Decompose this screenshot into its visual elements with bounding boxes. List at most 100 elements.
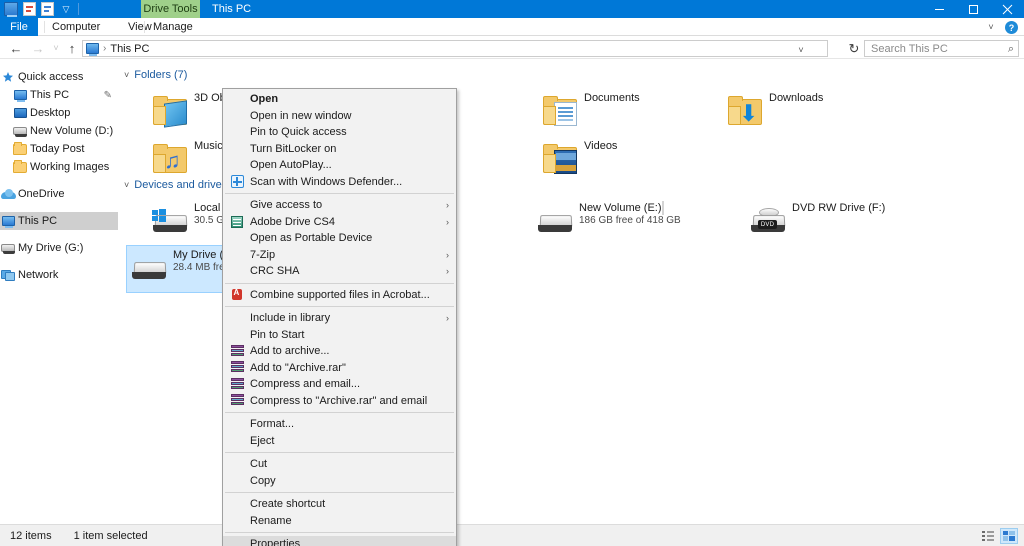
menu-item-label: Pin to Quick access <box>250 126 347 139</box>
menu-item-7-zip[interactable]: 7-Zip › <box>223 247 456 264</box>
close-button[interactable] <box>990 0 1024 18</box>
menu-item-eject[interactable]: Eject <box>223 433 456 450</box>
maximize-button[interactable] <box>956 0 990 18</box>
drive-icon <box>12 123 28 139</box>
drive-tile-dvd-rw-f[interactable]: DVD DVD RW Drive (F:) <box>746 199 926 247</box>
menu-item-label: Include in library <box>250 312 331 325</box>
menu-item-open-in-new-window[interactable]: Open in new window <box>223 108 456 125</box>
menu-item-properties[interactable]: Properties <box>223 536 456 546</box>
sidebar-item-this-pc-quick[interactable]: This PC ✎ <box>0 86 118 104</box>
breadcrumb-separator: › <box>103 43 107 54</box>
desktop-icon <box>12 105 28 121</box>
address-path-box[interactable]: › This PC ˅ <box>82 40 828 57</box>
menu-item-open-as-portable-device[interactable]: Open as Portable Device <box>223 230 456 247</box>
group-header-folders[interactable]: ˅ Folders (7) <box>124 69 187 81</box>
toolbar-divider <box>78 3 79 15</box>
tab-divider-2 <box>144 21 145 33</box>
this-pc-icon[interactable] <box>4 2 18 17</box>
recent-locations-button[interactable]: ˅ <box>48 40 64 56</box>
menu-item-create-shortcut[interactable]: Create shortcut <box>223 496 456 513</box>
menu-item-crc-sha[interactable]: CRC SHA › <box>223 263 456 280</box>
minimize-button[interactable] <box>922 0 956 18</box>
defender-icon <box>229 174 245 190</box>
menu-item-label: Compress to "Archive.rar" and email <box>250 394 428 407</box>
folder-tile-documents[interactable]: Documents <box>538 89 706 137</box>
pin-star-icon <box>0 69 16 85</box>
this-pc-icon <box>12 87 28 103</box>
menu-item-turn-bitlocker-on[interactable]: Turn BitLocker on <box>223 141 456 158</box>
menu-item-format[interactable]: Format... <box>223 416 456 433</box>
menu-item-combine-supported-files-in-acrobat[interactable]: Combine supported files in Acrobat... <box>223 287 456 304</box>
up-button[interactable]: ↑ <box>64 40 80 56</box>
menu-item-add-to-archive-rar[interactable]: Add to "Archive.rar" <box>223 360 456 377</box>
menu-item-scan-with-windows-defender[interactable]: Scan with Windows Defender... <box>223 174 456 191</box>
breadcrumb[interactable]: This PC <box>110 43 149 55</box>
window-controls <box>922 0 1024 18</box>
menu-item-give-access-to[interactable]: Give access to › <box>223 197 456 214</box>
sidebar-item-label: Network <box>18 269 59 281</box>
refresh-button[interactable]: ↻ <box>846 40 862 56</box>
menu-item-label: Properties <box>250 538 301 546</box>
menu-item-include-in-library[interactable]: Include in library › <box>223 310 456 327</box>
chevron-down-icon[interactable]: ˅ <box>124 70 129 80</box>
folder-tile-downloads[interactable]: ⬇ Downloads <box>723 89 891 137</box>
menu-item-label: Add to "Archive.rar" <box>250 361 346 374</box>
sidebar-item-onedrive[interactable]: OneDrive <box>0 185 118 203</box>
collapse-ribbon-chevron-icon[interactable]: ˅ <box>984 20 998 34</box>
menu-item-pin-to-start[interactable]: Pin to Start <box>223 327 456 344</box>
sidebar-item-working-images[interactable]: Working Images <box>0 158 118 176</box>
folder-tile-videos[interactable]: Videos <box>538 137 706 185</box>
menu-item-open[interactable]: Open <box>223 91 456 108</box>
sidebar-item-network[interactable]: Network <box>0 266 118 284</box>
chevron-down-icon[interactable]: ˅ <box>124 180 129 190</box>
customize-chevron-icon[interactable]: ▽ <box>59 2 73 16</box>
properties-icon[interactable] <box>23 2 36 16</box>
menu-separator <box>225 306 454 307</box>
menu-item-pin-to-quick-access[interactable]: Pin to Quick access <box>223 124 456 141</box>
submenu-arrow-icon: › <box>446 266 449 277</box>
sidebar-item-today-post[interactable]: Today Post <box>0 140 118 158</box>
address-dropdown-chevron-icon[interactable]: ˅ <box>793 42 809 57</box>
tile-label: Downloads <box>769 92 824 104</box>
menu-item-adobe-drive-cs4[interactable]: Adobe Drive CS4 › <box>223 214 456 231</box>
tile-label: Documents <box>584 92 640 104</box>
drive-tools-context-tab[interactable]: Drive Tools <box>141 0 200 18</box>
sidebar-item-desktop[interactable]: Desktop <box>0 104 118 122</box>
menu-item-cut[interactable]: Cut <box>223 456 456 473</box>
navigation-pane[interactable]: Quick access This PC ✎ Desktop New Volum… <box>0 59 118 524</box>
tab-file[interactable]: File <box>0 18 38 36</box>
tab-view[interactable]: View <box>128 18 152 36</box>
search-input[interactable] <box>871 42 1001 55</box>
menu-item-label: Combine supported files in Acrobat... <box>250 288 430 301</box>
menu-item-label: Copy <box>250 474 276 487</box>
help-icon[interactable]: ? <box>1005 21 1018 34</box>
menu-item-add-to-archive[interactable]: Add to archive... <box>223 343 456 360</box>
adobe-drive-icon <box>229 214 245 230</box>
menu-item-copy[interactable]: Copy <box>223 473 456 490</box>
tab-manage[interactable]: Manage <box>153 18 193 36</box>
menu-item-compress-and-email[interactable]: Compress and email... <box>223 376 456 393</box>
sidebar-item-quick-access[interactable]: Quick access <box>0 68 118 86</box>
details-view-button[interactable] <box>979 528 997 544</box>
forward-button[interactable]: → <box>30 40 46 56</box>
tab-computer[interactable]: Computer <box>52 18 100 36</box>
new-folder-icon[interactable] <box>41 2 54 16</box>
menu-item-compress-to-archive-rar-and-email[interactable]: Compress to "Archive.rar" and email <box>223 393 456 410</box>
search-box[interactable]: ⌕ <box>864 40 1019 57</box>
sidebar-item-new-volume-d[interactable]: New Volume (D:) <box>0 122 118 140</box>
network-icon <box>0 267 16 283</box>
unpin-icon[interactable]: ✎ <box>104 90 112 101</box>
search-icon[interactable]: ⌕ <box>1008 43 1014 56</box>
large-icons-view-button[interactable] <box>1000 527 1018 544</box>
menu-item-open-autoplay[interactable]: Open AutoPlay... <box>223 157 456 174</box>
view-buttons <box>979 527 1018 544</box>
menu-item-rename[interactable]: Rename <box>223 513 456 530</box>
sidebar-item-label: Today Post <box>30 143 85 155</box>
sidebar-item-my-drive-g[interactable]: My Drive (G:) <box>0 239 118 257</box>
context-menu[interactable]: Open Open in new window Pin to Quick acces… <box>222 88 457 546</box>
sidebar-item-this-pc[interactable]: This PC <box>0 212 118 230</box>
drive-tile-new-volume-e[interactable]: New Volume (E:) 186 GB free of 418 GB <box>533 199 713 247</box>
back-button[interactable]: ← <box>8 40 24 56</box>
status-bar: 12 items 1 item selected <box>0 524 1024 546</box>
folder-downloads-icon: ⬇ <box>723 89 769 135</box>
